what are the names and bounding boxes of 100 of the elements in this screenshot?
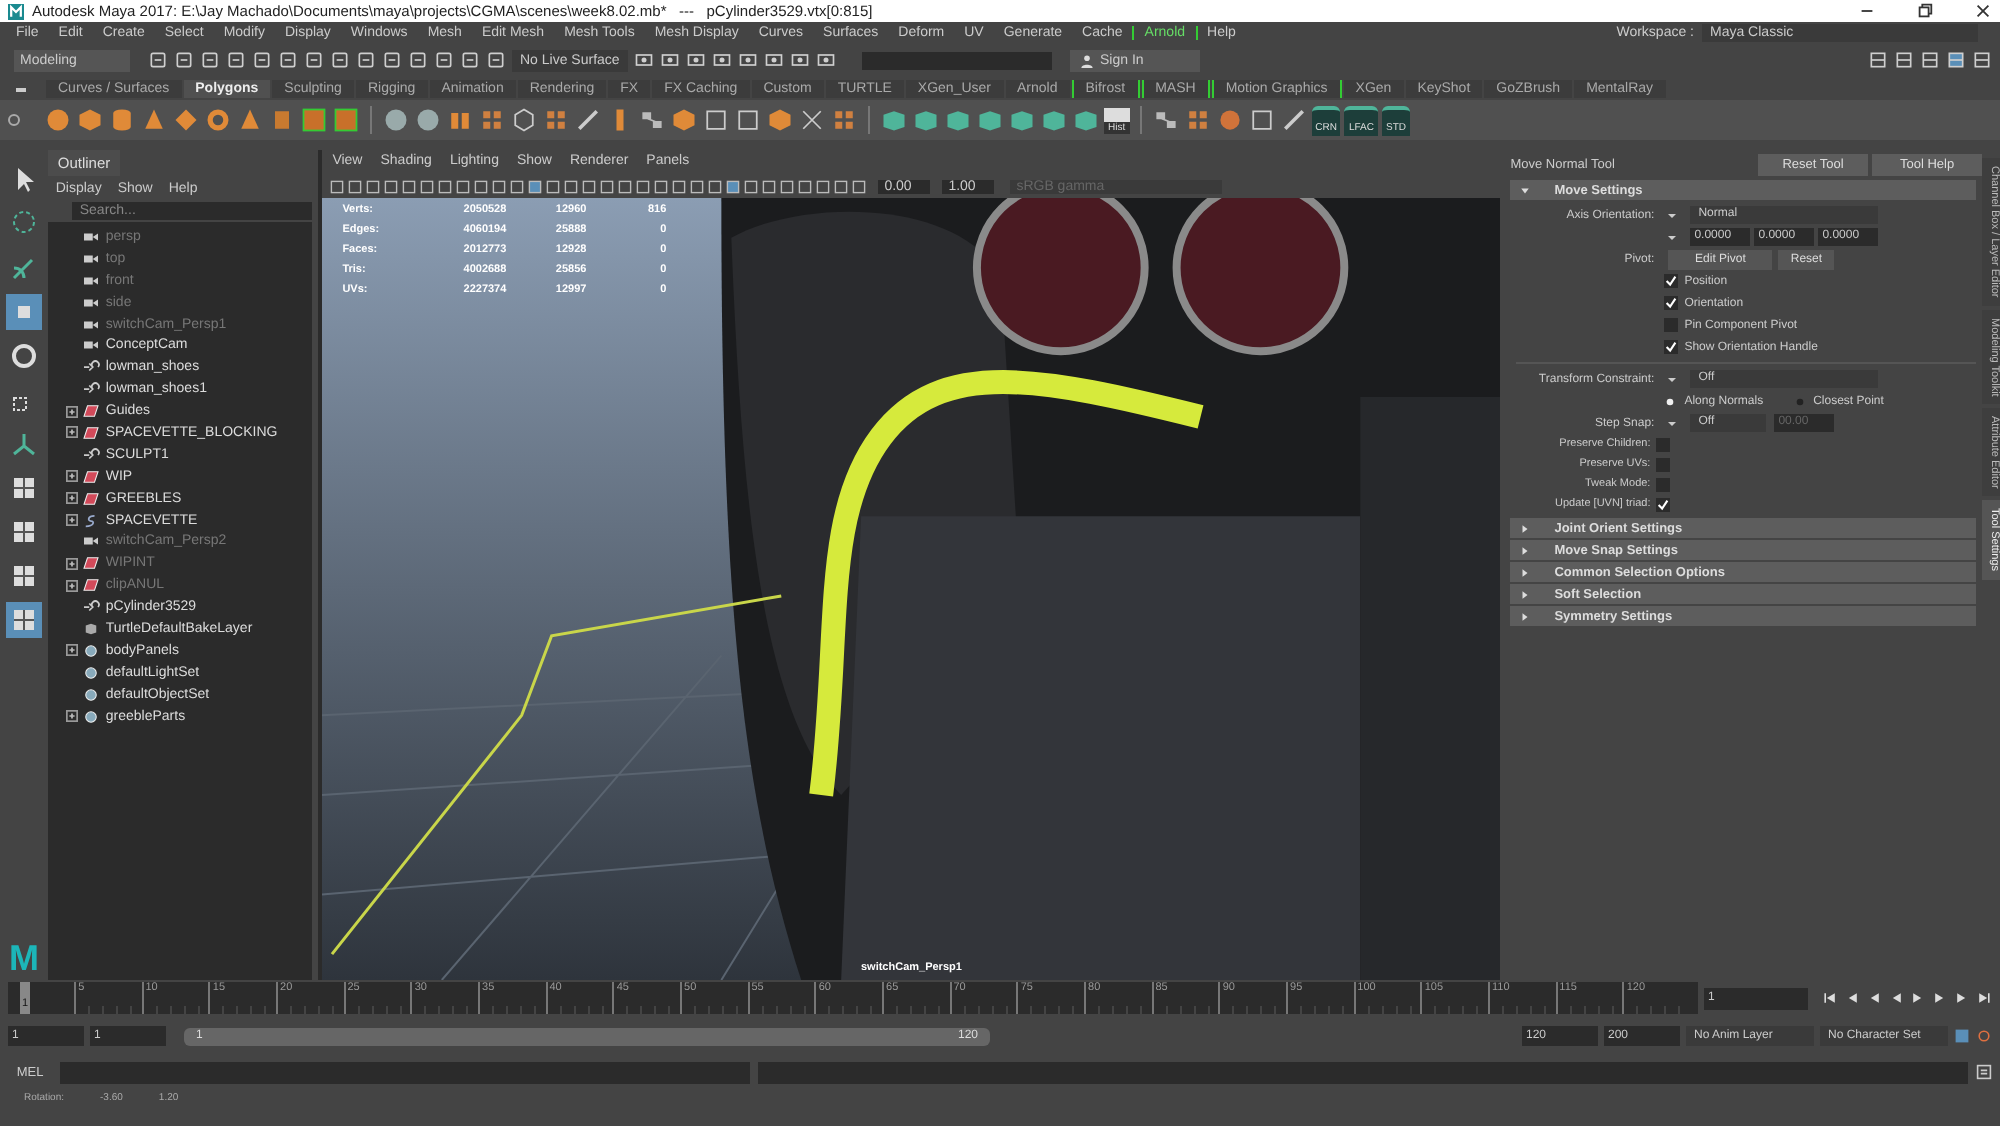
frame-icon[interactable] — [702, 106, 730, 134]
render-tool-icon[interactable] — [686, 50, 706, 70]
script-editor-icon[interactable] — [1976, 1064, 1992, 1080]
block-icon[interactable] — [944, 106, 972, 134]
checkbox[interactable] — [1656, 457, 1671, 471]
status-tool-icon[interactable] — [252, 50, 272, 70]
expand-icon[interactable] — [65, 579, 78, 592]
camera-icon — [81, 338, 100, 353]
transform-icon — [81, 382, 100, 397]
expand-icon[interactable] — [65, 470, 78, 483]
expand-icon[interactable] — [65, 405, 78, 418]
block-icon[interactable] — [880, 106, 908, 134]
status-tool-icon[interactable] — [382, 50, 402, 70]
checkbox[interactable] — [1656, 437, 1671, 451]
user-icon — [1080, 53, 1094, 67]
block-icon[interactable] — [1008, 106, 1036, 134]
checkbox[interactable] — [1664, 296, 1679, 310]
move-tool-icon[interactable] — [5, 294, 42, 330]
expand-icon[interactable] — [65, 644, 78, 657]
block-icon[interactable] — [912, 106, 940, 134]
disc-icon[interactable] — [382, 106, 410, 134]
status-tool-icon[interactable] — [148, 50, 168, 70]
cylinder-icon[interactable] — [108, 106, 136, 134]
maya-logo: M — [8, 940, 39, 976]
render-tool-icon[interactable] — [764, 50, 784, 70]
status-tool-icon[interactable] — [200, 50, 220, 70]
disc-icon[interactable] — [414, 106, 442, 134]
layout-toggle-icon[interactable] — [1894, 50, 1914, 70]
block-icon[interactable] — [1040, 106, 1068, 134]
close-icon[interactable] — [1974, 2, 1992, 20]
input-field[interactable] — [862, 51, 1052, 69]
playback-icon[interactable] — [1976, 990, 1992, 1006]
transform-icon — [81, 360, 100, 375]
checkbox[interactable] — [1664, 318, 1679, 332]
radio-button[interactable] — [1666, 397, 1675, 405]
status-tool-icon[interactable] — [304, 50, 324, 70]
status-tool-icon[interactable] — [460, 50, 480, 70]
cross-icon[interactable] — [798, 106, 826, 134]
grid-icon[interactable] — [478, 106, 506, 134]
render-tool-icon[interactable] — [634, 50, 654, 70]
square-icon[interactable] — [300, 106, 328, 134]
checkbox[interactable] — [1656, 477, 1671, 491]
diamond-icon[interactable] — [172, 106, 200, 134]
status-tool-icon[interactable] — [486, 50, 506, 70]
bake-layer-icon — [81, 621, 100, 636]
hex-icon[interactable] — [510, 106, 538, 134]
expand-icon[interactable] — [65, 514, 78, 527]
status-tool-icon[interactable] — [174, 50, 194, 70]
grid-icon[interactable] — [830, 106, 858, 134]
render-tool-icon[interactable] — [816, 50, 836, 70]
shelf-options-icon[interactable] — [8, 114, 20, 126]
camera-icon — [81, 251, 100, 266]
torus-icon[interactable] — [204, 106, 232, 134]
restore-icon[interactable] — [1916, 2, 1934, 20]
expand-icon[interactable] — [65, 710, 78, 723]
render-tool-icon[interactable] — [712, 50, 732, 70]
camera-icon — [81, 295, 100, 310]
checkbox[interactable] — [1664, 340, 1679, 354]
block-icon[interactable] — [976, 106, 1004, 134]
expand-icon[interactable] — [65, 557, 78, 570]
cube-icon[interactable] — [76, 106, 104, 134]
command-input[interactable] — [60, 1061, 750, 1083]
transform-icon — [81, 447, 100, 462]
radio-button[interactable] — [1795, 397, 1804, 405]
cone-icon[interactable] — [140, 106, 168, 134]
status-tool-icon[interactable] — [408, 50, 428, 70]
status-tool-icon[interactable] — [434, 50, 454, 70]
square-icon[interactable] — [332, 106, 360, 134]
nodes-icon[interactable] — [1151, 106, 1180, 134]
checkbox[interactable] — [1664, 274, 1679, 288]
nodes-icon[interactable] — [638, 106, 666, 134]
checkbox[interactable] — [1656, 497, 1671, 511]
cube-icon[interactable] — [766, 106, 794, 134]
status-tool-icon[interactable] — [226, 50, 246, 70]
playback-icon[interactable] — [1822, 990, 1838, 1006]
camera-icon — [81, 229, 100, 244]
frame-icon[interactable] — [1247, 106, 1276, 134]
render-tool-icon[interactable] — [790, 50, 810, 70]
render-tool-icon[interactable] — [660, 50, 680, 70]
layout-toggle-icon[interactable] — [1868, 50, 1888, 70]
grid-icon[interactable] — [542, 106, 570, 134]
grid-icon[interactable] — [1183, 106, 1212, 134]
status-tool-icon[interactable] — [356, 50, 376, 70]
cube-icon[interactable] — [670, 106, 698, 134]
camera-icon — [81, 273, 100, 288]
pyramid-icon[interactable] — [236, 106, 264, 134]
status-tool-icon[interactable] — [330, 50, 350, 70]
status-tool-icon[interactable] — [278, 50, 298, 70]
layout-toggle-icon[interactable] — [1946, 50, 1966, 70]
dropdown-arrow-icon[interactable] — [1666, 417, 1679, 429]
frame-icon[interactable] — [734, 106, 762, 134]
expand-icon[interactable] — [65, 426, 78, 439]
expand-icon[interactable] — [65, 492, 78, 505]
sphere-icon[interactable] — [44, 106, 72, 134]
dropdown-arrow-icon[interactable] — [1666, 373, 1679, 385]
layout-icon[interactable] — [5, 602, 42, 638]
block-icon[interactable] — [1072, 106, 1100, 134]
layout-toggle-icon[interactable] — [1920, 50, 1940, 70]
render-tool-icon[interactable] — [738, 50, 758, 70]
layout-toggle-icon[interactable] — [1972, 50, 1992, 70]
